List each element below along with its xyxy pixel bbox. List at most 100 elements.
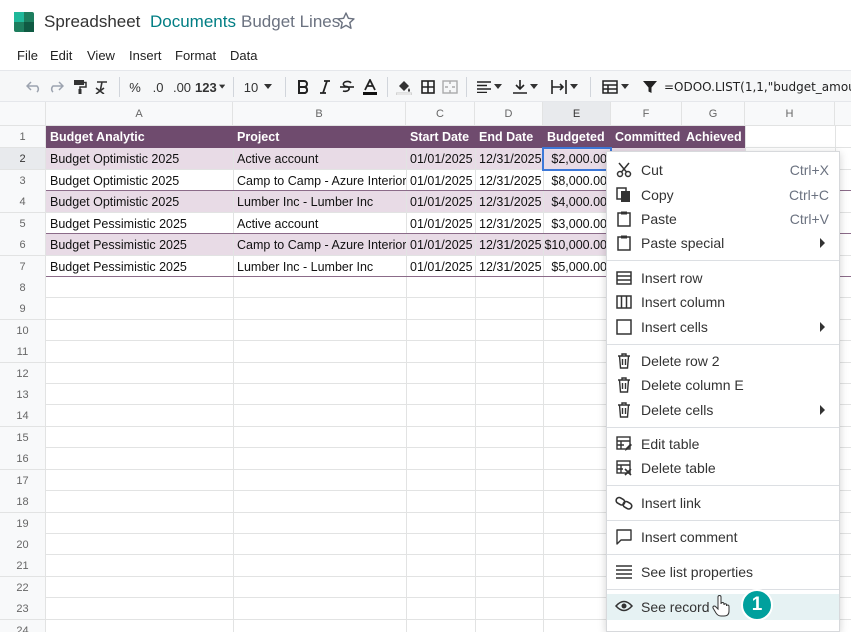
clear-format-button[interactable]: [92, 71, 112, 103]
filter-button[interactable]: [640, 71, 660, 103]
row-header[interactable]: 21: [0, 555, 46, 577]
table-cell[interactable]: 01/01/2025: [406, 234, 475, 256]
table-header-cell[interactable]: Achieved: [682, 126, 745, 148]
table-cell[interactable]: Active account: [233, 148, 406, 170]
table-cell[interactable]: Lumber Inc - Lumber Inc: [233, 256, 406, 278]
table-cell[interactable]: 01/01/2025: [406, 170, 475, 192]
row-header[interactable]: 16: [0, 448, 46, 470]
table-cell[interactable]: Budget Optimistic 2025: [46, 170, 233, 192]
row-header[interactable]: 24: [0, 620, 46, 632]
breadcrumb-documents[interactable]: Documents: [150, 12, 236, 32]
menu-item-edit-table[interactable]: Edit table: [607, 432, 839, 456]
select-all-corner[interactable]: [0, 102, 46, 126]
formula-bar[interactable]: =ODOO.LIST(1,1,"budget_amount"): [664, 71, 851, 103]
menu-item-cut[interactable]: Cut Ctrl+X: [607, 158, 839, 182]
menu-item-see-list-properties[interactable]: See list properties: [607, 560, 839, 584]
star-icon[interactable]: [336, 11, 356, 31]
menu-item-insert-comment[interactable]: Insert comment: [607, 525, 839, 549]
table-cell[interactable]: $8,000.00: [543, 170, 611, 192]
menu-item-paste-special[interactable]: Paste special: [607, 231, 839, 255]
row-header[interactable]: 11: [0, 341, 46, 363]
row-header[interactable]: 3: [0, 170, 46, 192]
row-header[interactable]: 12: [0, 363, 46, 385]
table-cell[interactable]: 01/01/2025: [406, 256, 475, 278]
menu-item-delete-column[interactable]: Delete column E: [607, 373, 839, 397]
table-header-cell[interactable]: End Date: [475, 126, 543, 148]
merge-cells-button[interactable]: [440, 71, 460, 103]
table-cell[interactable]: Active account: [233, 213, 406, 235]
more-formats-button[interactable]: 123: [195, 71, 225, 103]
table-cell[interactable]: Camp to Camp - Azure Interior: [233, 170, 406, 192]
column-header-e[interactable]: E: [543, 102, 611, 126]
row-header[interactable]: 22: [0, 577, 46, 599]
column-header-f[interactable]: F: [611, 102, 682, 126]
table-cell[interactable]: Budget Optimistic 2025: [46, 191, 233, 213]
row-header[interactable]: 18: [0, 491, 46, 513]
borders-button[interactable]: [418, 71, 438, 103]
menu-data[interactable]: Data: [230, 48, 257, 63]
menu-item-insert-cells[interactable]: Insert cells: [607, 315, 839, 339]
table-cell[interactable]: $5,000.00: [543, 256, 611, 278]
column-header-b[interactable]: B: [233, 102, 406, 126]
table-cell[interactable]: 12/31/2025: [475, 191, 543, 213]
menu-view[interactable]: View: [87, 48, 115, 63]
table-cell[interactable]: Lumber Inc - Lumber Inc: [233, 191, 406, 213]
column-header-a[interactable]: A: [46, 102, 233, 126]
table-cell[interactable]: Budget Pessimistic 2025: [46, 213, 233, 235]
table-cell[interactable]: Budget Pessimistic 2025: [46, 256, 233, 278]
table-header-cell[interactable]: Project: [233, 126, 406, 148]
table-cell[interactable]: $2,000.00: [543, 148, 611, 170]
table-cell[interactable]: $3,000.00: [543, 213, 611, 235]
row-header[interactable]: 10: [0, 320, 46, 342]
horizontal-align-button[interactable]: [474, 71, 504, 103]
row-header[interactable]: 17: [0, 470, 46, 492]
menu-item-insert-link[interactable]: Insert link: [607, 491, 839, 515]
undo-button[interactable]: [24, 71, 44, 103]
row-header[interactable]: 13: [0, 384, 46, 406]
paint-format-button[interactable]: [70, 71, 90, 103]
table-header-cell[interactable]: Committed: [611, 126, 682, 148]
row-header[interactable]: 9: [0, 298, 46, 320]
row-header[interactable]: 20: [0, 534, 46, 556]
table-cell[interactable]: 12/31/2025: [475, 234, 543, 256]
table-cell[interactable]: $10,000.00: [543, 234, 611, 256]
table-cell[interactable]: 01/01/2025: [406, 148, 475, 170]
table-cell[interactable]: 01/01/2025: [406, 213, 475, 235]
row-header[interactable]: 15: [0, 427, 46, 449]
menu-item-delete-row[interactable]: Delete row 2: [607, 349, 839, 373]
menu-item-paste[interactable]: Paste Ctrl+V: [607, 207, 839, 231]
strikethrough-button[interactable]: [338, 71, 356, 103]
row-header[interactable]: 7: [0, 256, 46, 278]
menu-item-insert-row[interactable]: Insert row: [607, 266, 839, 290]
table-header-cell[interactable]: Budgeted: [543, 126, 611, 148]
row-header[interactable]: 2: [0, 148, 46, 170]
table-cell[interactable]: Budget Pessimistic 2025: [46, 234, 233, 256]
decrease-decimal-button[interactable]: .0: [148, 71, 168, 103]
row-header[interactable]: 6: [0, 234, 46, 256]
column-header-d[interactable]: D: [475, 102, 543, 126]
row-header[interactable]: 23: [0, 598, 46, 620]
table-cell[interactable]: 01/01/2025: [406, 191, 475, 213]
menu-format[interactable]: Format: [175, 48, 216, 63]
format-percent-button[interactable]: %: [126, 71, 144, 103]
fill-color-button[interactable]: [394, 71, 414, 103]
document-title[interactable]: Budget Lines: [241, 12, 340, 32]
column-header-c[interactable]: C: [406, 102, 475, 126]
table-cell[interactable]: 12/31/2025: [475, 148, 543, 170]
row-header[interactable]: 14: [0, 405, 46, 427]
menu-item-delete-table[interactable]: Delete table: [607, 456, 839, 480]
row-header[interactable]: 5: [0, 213, 46, 235]
column-header-next[interactable]: [835, 102, 851, 126]
italic-button[interactable]: [316, 71, 334, 103]
table-style-button[interactable]: [598, 71, 632, 103]
table-cell[interactable]: Budget Optimistic 2025: [46, 148, 233, 170]
row-header[interactable]: 1: [0, 126, 46, 148]
text-wrap-button[interactable]: [548, 71, 580, 103]
menu-file[interactable]: File: [17, 48, 38, 63]
menu-item-delete-cells[interactable]: Delete cells: [607, 398, 839, 422]
bold-button[interactable]: [294, 71, 312, 103]
column-header-h[interactable]: H: [745, 102, 835, 126]
font-size-select[interactable]: 10: [240, 71, 276, 103]
increase-decimal-button[interactable]: .00: [170, 71, 194, 103]
row-header[interactable]: 19: [0, 513, 46, 535]
